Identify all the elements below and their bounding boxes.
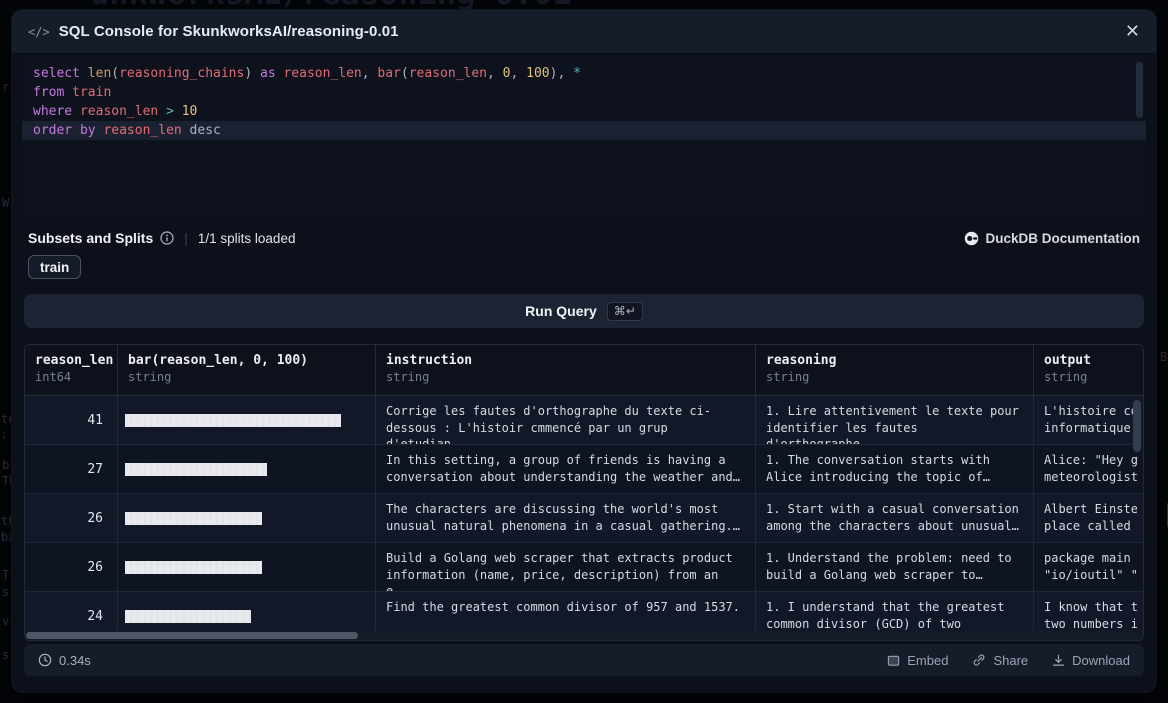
keyboard-shortcut-badge: ⌘↵	[607, 302, 643, 321]
cell-reason-len: 26	[25, 543, 118, 591]
duckdb-documentation-link[interactable]: DuckDB Documentation	[964, 231, 1140, 246]
cell-bar-visualization	[118, 396, 376, 444]
sql-editor[interactable]: select len(reasoning_chains) as reason_l…	[22, 56, 1146, 216]
sql-code-line: where reason_len > 10	[22, 102, 1146, 121]
share-button[interactable]: Share	[972, 653, 1028, 668]
column-name: reasoning	[766, 353, 1023, 368]
splits-status: 1/1 splits loaded	[198, 231, 296, 246]
share-label: Share	[993, 653, 1028, 668]
column-name: instruction	[386, 353, 745, 368]
bar-fill	[125, 512, 262, 525]
link-icon	[972, 653, 986, 667]
split-chip-train[interactable]: train	[28, 255, 81, 279]
sql-code-line: order by reason_len desc	[22, 121, 1146, 140]
column-name: output	[1044, 353, 1127, 368]
table-row: 27 In this setting, a group of friends is…	[25, 445, 1143, 494]
bar-fill	[125, 463, 267, 476]
background-text-fragment: v	[2, 614, 9, 628]
table-horizontal-scrollbar-thumb[interactable]	[26, 632, 358, 639]
background-text-fragment: T	[2, 568, 9, 582]
duckdb-logo-icon	[964, 231, 979, 246]
background-text-fragment: s	[2, 585, 9, 599]
sql-code-line: from train	[22, 83, 1146, 102]
cell-bar-visualization	[118, 543, 376, 591]
download-button[interactable]: Download	[1052, 653, 1130, 668]
run-query-button[interactable]: Run Query ⌘↵	[24, 294, 1144, 328]
table-header-row: reason_len int64 bar(reason_len, 0, 100) st…	[25, 345, 1143, 396]
cell-bar-visualization	[118, 494, 376, 542]
background-text-fragment: W	[2, 196, 9, 210]
query-time: 0.34s	[38, 653, 91, 668]
download-label: Download	[1072, 653, 1130, 668]
column-type: int64	[35, 370, 107, 384]
cell-output: Albert Einste place called	[1034, 494, 1137, 542]
column-header-reasoning: reasoning string	[756, 345, 1034, 395]
cell-instruction: Build a Golang web scraper that extracts…	[376, 543, 756, 591]
footer-actions: Embed Share Download	[887, 653, 1130, 668]
cell-reasoning: 1. Lire attentivement le texte pour iden…	[756, 396, 1034, 444]
table-row: 26 Build a Golang web scraper that extrac…	[25, 543, 1143, 592]
cell-instruction: The characters are discussing the world'…	[376, 494, 756, 542]
table-body: 41 Corrige les fautes d'orthographe du te…	[25, 396, 1143, 641]
run-query-label: Run Query	[525, 303, 597, 319]
sql-code-lines: select len(reasoning_chains) as reason_l…	[22, 64, 1146, 140]
clock-icon	[38, 653, 52, 667]
column-type: string	[386, 370, 745, 384]
cell-reasoning: 1. Understand the problem: need to build…	[756, 543, 1034, 591]
split-chip-label: train	[40, 260, 69, 275]
query-time-value: 0.34s	[59, 653, 91, 668]
table-vertical-scrollbar-thumb[interactable]	[1133, 400, 1141, 452]
bar-fill	[125, 414, 341, 427]
column-type: string	[1044, 370, 1127, 384]
close-icon[interactable]: ✕	[1125, 23, 1140, 41]
results-table: reason_len int64 bar(reason_len, 0, 100) st…	[24, 344, 1144, 641]
column-header-reason-len: reason_len int64	[25, 345, 118, 395]
column-header-instruction: instruction string	[376, 345, 756, 395]
modal-titlebar: </> SQL Console for SkunkworksAI/reasoni…	[12, 10, 1156, 54]
table-row: 41 Corrige les fautes d'orthographe du te…	[25, 396, 1143, 445]
sql-code-line: select len(reasoning_chains) as reason_l…	[22, 64, 1146, 83]
embed-label: Embed	[907, 653, 948, 668]
cell-output: L'histoire co informatique	[1034, 396, 1137, 444]
column-header-output: output string	[1034, 345, 1137, 395]
background-text-fragment: s	[2, 648, 9, 662]
code-icon: </>	[28, 25, 50, 39]
cell-instruction: Corrige les fautes d'orthographe du text…	[376, 396, 756, 444]
cell-instruction: In this setting, a group of friends is h…	[376, 445, 756, 493]
splits-title: Subsets and Splits	[28, 230, 153, 246]
embed-icon	[887, 654, 900, 667]
cell-output: Alice: "Hey g meteorologist	[1034, 445, 1137, 493]
table-row: 26 The characters are discussing the worl…	[25, 494, 1143, 543]
splits-bar: Subsets and Splits | 1/1 splits loaded D…	[28, 228, 1140, 248]
table-horizontal-scrollbar-track	[25, 631, 1143, 640]
editor-scrollbar-thumb[interactable]	[1136, 62, 1143, 118]
divider: |	[184, 230, 188, 246]
cell-reason-len: 27	[25, 445, 118, 493]
background-text-fragment: │	[1162, 503, 1168, 527]
background-text-fragment: b	[2, 458, 9, 472]
column-name: bar(reason_len, 0, 100)	[128, 353, 365, 368]
info-icon[interactable]	[160, 231, 174, 245]
embed-button[interactable]: Embed	[887, 653, 948, 668]
cell-reason-len: 26	[25, 494, 118, 542]
cell-output: package main "io/ioutil" "	[1034, 543, 1137, 591]
column-type: string	[128, 370, 365, 384]
column-type: string	[766, 370, 1023, 384]
cell-reasoning: 1. Start with a casual conversation amon…	[756, 494, 1034, 542]
column-header-bar-reason-len-0-100-: bar(reason_len, 0, 100) string	[118, 345, 376, 395]
cell-bar-visualization	[118, 445, 376, 493]
cell-reason-len: 41	[25, 396, 118, 444]
results-footer: 0.34s Embed Share	[24, 644, 1144, 676]
sql-console-modal: </> SQL Console for SkunkworksAI/reasoni…	[12, 10, 1156, 692]
background-text-fragment: B	[1160, 350, 1167, 364]
download-icon	[1052, 654, 1065, 667]
duckdb-documentation-label: DuckDB Documentation	[985, 231, 1140, 246]
bar-fill	[125, 561, 262, 574]
cell-reasoning: 1. The conversation starts with Alice in…	[756, 445, 1034, 493]
modal-title: SQL Console for SkunkworksAI/reasoning-0…	[59, 23, 399, 40]
column-name: reason_len	[35, 353, 107, 368]
bar-fill	[125, 610, 251, 623]
